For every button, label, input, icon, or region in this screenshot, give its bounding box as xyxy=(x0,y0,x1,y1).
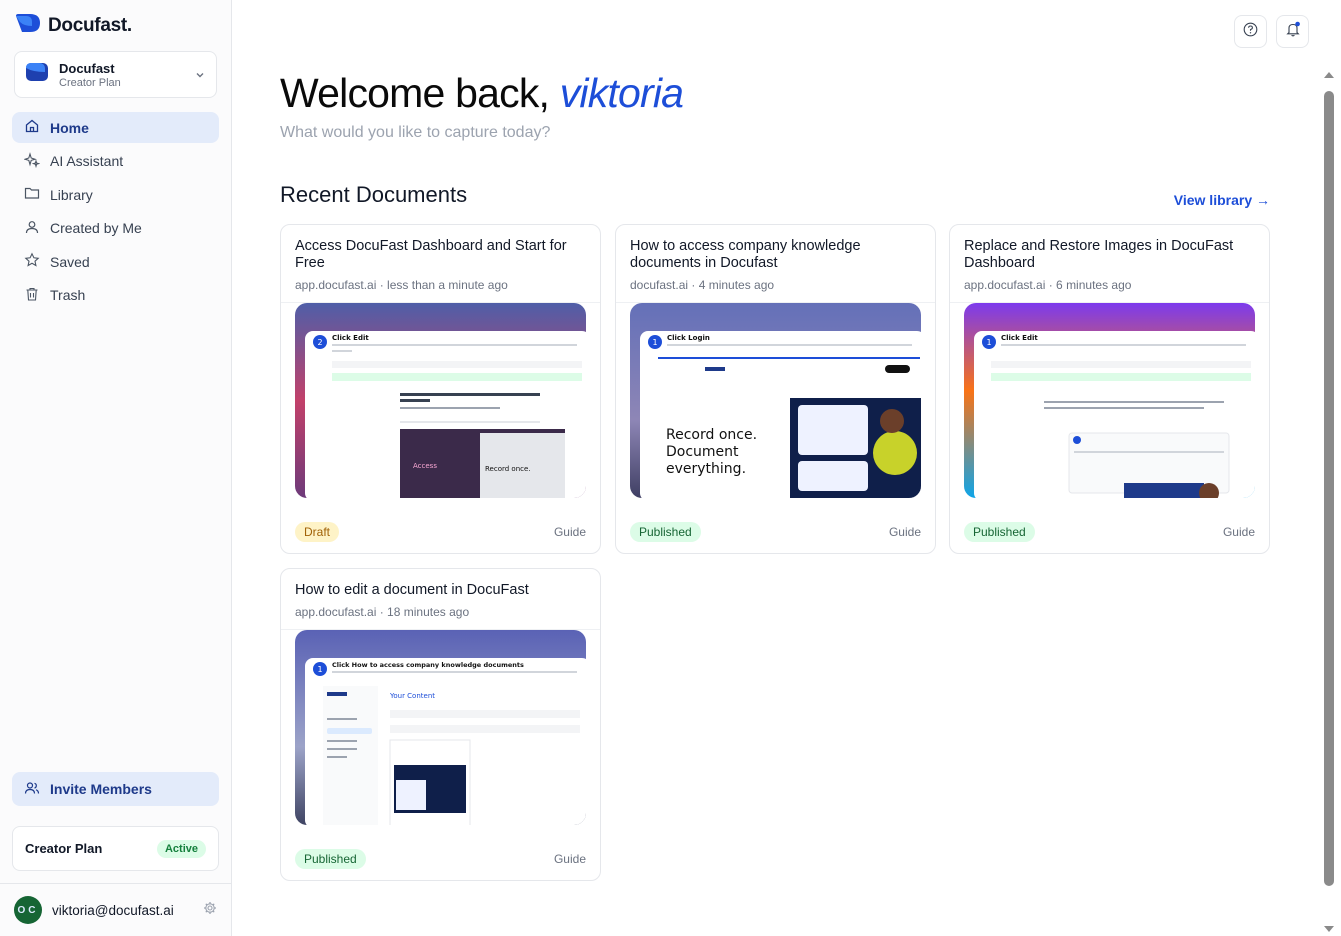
home-icon xyxy=(24,118,40,137)
main-content: Welcome back, viktoria What would you li… xyxy=(232,0,1322,936)
app-name: Docufast. xyxy=(48,14,132,36)
document-card[interactable]: How to access company knowledge document… xyxy=(615,224,936,554)
document-thumbnail: 2 Click Edit Access Record once. xyxy=(295,303,586,498)
trash-icon xyxy=(24,286,40,305)
svg-text:1: 1 xyxy=(652,338,657,347)
thumbnail-step-label: Click Edit xyxy=(332,334,369,342)
avatar: OC xyxy=(14,896,42,924)
sparkles-icon xyxy=(23,151,41,171)
document-card[interactable]: How to edit a document in DocuFast app.d… xyxy=(280,568,601,881)
status-badge: Published xyxy=(964,522,1035,542)
users-icon xyxy=(24,780,40,799)
welcome-name: viktoria xyxy=(559,70,684,116)
svg-text:Record once.: Record once. xyxy=(485,465,531,473)
sidebar-item-label: AI Assistant xyxy=(50,153,124,170)
svg-text:everything.: everything. xyxy=(666,461,746,477)
svg-text:Your Content: Your Content xyxy=(389,692,435,700)
sidebar-item-label: Trash xyxy=(50,287,86,304)
svg-text:2: 2 xyxy=(317,338,322,347)
sidebar-item-trash[interactable]: Trash xyxy=(12,280,219,311)
status-badge: Published xyxy=(630,522,701,542)
sidebar-nav: Home AI Assistant Library Created by Me … xyxy=(12,112,219,314)
sidebar-item-label: Library xyxy=(50,186,93,203)
document-title: Access DocuFast Dashboard and Start for … xyxy=(295,238,567,271)
document-thumbnail: 1 Click How to access company knowledge … xyxy=(295,630,586,825)
document-card[interactable]: Replace and Restore Images in DocuFast D… xyxy=(949,224,1270,554)
svg-text:Access: Access xyxy=(413,462,437,470)
invite-members-label: Invite Members xyxy=(50,781,152,797)
document-meta: docufast.ai · 4 minutes ago xyxy=(630,278,775,292)
scrollbar-thumb[interactable] xyxy=(1324,91,1334,886)
status-badge: Published xyxy=(295,849,366,869)
welcome-prefix: Welcome back, xyxy=(280,70,560,116)
page-subtitle: What would you like to capture today? xyxy=(280,124,551,141)
sidebar: Docufast. Docufast Creator Plan Home AI … xyxy=(0,0,232,936)
star-icon xyxy=(24,252,40,271)
scroll-down-icon xyxy=(1324,926,1334,932)
thumbnail-area: 1 Click Login Record once. Document ever… xyxy=(616,302,935,510)
document-meta: app.docufast.ai · less than a minute ago xyxy=(295,278,508,292)
document-thumbnail: 1 Click Edit xyxy=(964,303,1255,498)
sidebar-item-label: Saved xyxy=(50,253,90,270)
app-logo[interactable]: Docufast. xyxy=(14,12,132,39)
chevron-down-icon xyxy=(194,68,206,86)
user-email: viktoria@docufast.ai xyxy=(52,902,174,918)
workspace-switcher[interactable]: Docufast Creator Plan xyxy=(14,51,217,98)
scroll-up-icon xyxy=(1324,72,1334,78)
workspace-name: Docufast xyxy=(59,60,115,76)
sidebar-item-library[interactable]: Library xyxy=(12,179,219,210)
document-title: Replace and Restore Images in DocuFast D… xyxy=(964,238,1234,271)
thumbnail-area: 1 Click How to access company knowledge … xyxy=(281,629,600,837)
sidebar-item-label: Created by Me xyxy=(50,220,142,237)
workspace-logo-icon xyxy=(25,60,49,89)
document-type: Guide xyxy=(888,525,921,539)
document-type: Guide xyxy=(1222,525,1255,539)
plan-name: Creator Plan xyxy=(25,841,103,856)
thumbnail-step-label: Click Login xyxy=(667,334,710,342)
document-meta: app.docufast.ai · 18 minutes ago xyxy=(295,605,470,619)
svg-text:Document: Document xyxy=(666,444,739,460)
thumbnail-step-label: Click Edit xyxy=(1001,334,1038,342)
sidebar-item-ai-assistant[interactable]: AI Assistant xyxy=(12,146,219,177)
thumbnail-area: 1 Click Edit xyxy=(950,302,1269,510)
thumbnail-step-label: Click How to access company knowledge do… xyxy=(332,661,524,669)
gear-icon[interactable] xyxy=(203,901,217,920)
sidebar-item-created-by-me[interactable]: Created by Me xyxy=(12,213,219,244)
document-thumbnail: 1 Click Login Record once. Document ever… xyxy=(630,303,921,498)
document-title: How to access company knowledge document… xyxy=(630,238,861,271)
folder-icon xyxy=(24,185,40,204)
svg-text:1: 1 xyxy=(317,665,322,674)
recent-documents-heading: Recent Documents xyxy=(280,182,468,207)
user-icon xyxy=(24,219,40,238)
view-library-link[interactable]: View library → xyxy=(1174,192,1270,208)
thumbnail-area: 2 Click Edit Access Record once. xyxy=(281,302,600,510)
sidebar-item-saved[interactable]: Saved xyxy=(12,246,219,277)
svg-text:1: 1 xyxy=(986,338,991,347)
document-meta: app.docufast.ai · 6 minutes ago xyxy=(964,278,1132,292)
user-profile[interactable]: OC viktoria@docufast.ai xyxy=(0,883,231,936)
invite-members-button[interactable]: Invite Members xyxy=(12,772,219,806)
plan-status-badge: Active xyxy=(156,839,206,858)
sidebar-item-home[interactable]: Home xyxy=(12,112,219,143)
document-type: Guide xyxy=(553,852,586,866)
docufast-logo-icon xyxy=(14,12,42,39)
status-badge: Draft xyxy=(295,522,340,542)
sidebar-item-label: Home xyxy=(50,119,89,136)
document-type: Guide xyxy=(553,525,586,539)
document-card[interactable]: Access DocuFast Dashboard and Start for … xyxy=(280,224,601,554)
page-title: Welcome back, viktoria xyxy=(280,70,684,117)
workspace-plan: Creator Plan xyxy=(59,76,121,89)
svg-text:Record once.: Record once. xyxy=(666,427,757,443)
plan-card[interactable]: Creator Plan Active xyxy=(12,826,219,871)
document-title: How to edit a document in DocuFast xyxy=(295,582,529,598)
